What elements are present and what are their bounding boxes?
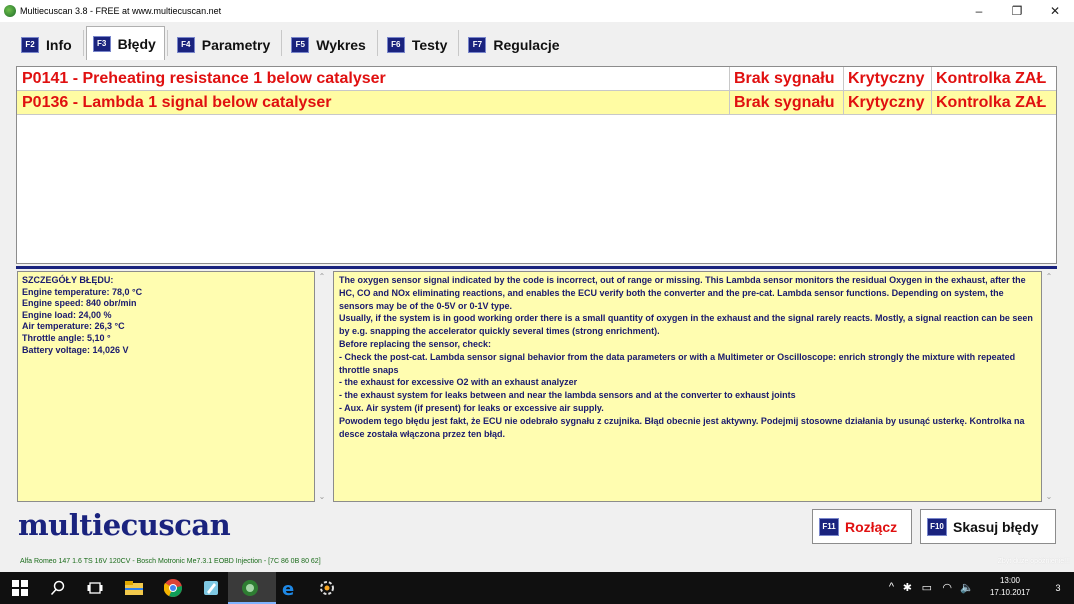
detail-line: Engine speed: 840 obr/min (22, 298, 137, 309)
clear-errors-label: Skasuj błędy (953, 518, 1039, 535)
scroll-up-icon[interactable]: ⌃ (315, 272, 329, 281)
f11-key-icon: F11 (819, 517, 839, 536)
tab-graph[interactable]: F5 Wykres (284, 28, 375, 60)
scroll-down-icon[interactable]: ⌄ (315, 492, 329, 501)
volume-icon[interactable]: 🔈 (960, 581, 974, 594)
description-scrollbar[interactable]: ⌃ ⌄ (1042, 271, 1056, 502)
file-explorer-icon[interactable] (124, 578, 144, 598)
description-paragraph: The oxygen sensor signal indicated by th… (339, 275, 1026, 311)
details-heading: SZCZEGÓŁY BŁĘDU: (22, 275, 114, 285)
description-paragraph: - the exhaust system for leaks between a… (339, 390, 796, 401)
tab-label: Parametry (201, 36, 271, 53)
detail-line: Engine temperature: 78,0 °C (22, 286, 143, 297)
windows-taskbar: e ^ ✱ ▭ ◠ 🔈 13:00 17.10.2017 3 (0, 572, 1074, 604)
status-bar: Alfa Romeo 147 1.6 TS 16V 120CV - Bosch … (0, 554, 1074, 572)
tab-bar: F2 Info F3 Błędy F4 Parametry F5 Wykres … (14, 26, 569, 60)
error-code: P0141 - Preheating resistance 1 below ca… (22, 69, 386, 87)
error-type: Brak sygnału (729, 66, 843, 91)
f3-key-icon: F3 (92, 35, 111, 52)
clock[interactable]: 13:00 17.10.2017 (990, 575, 1030, 599)
bluetooth-icon[interactable]: ✱ (903, 581, 912, 594)
f5-key-icon: F5 (291, 36, 310, 53)
svg-text:e: e (282, 579, 294, 597)
splitter-line[interactable] (16, 266, 1057, 269)
multiecuscan-logo: multiecuscan (18, 508, 231, 542)
error-lamp: Kontrolka ZAŁ (931, 66, 1056, 91)
search-icon[interactable] (48, 578, 68, 598)
description-paragraph: Before replacing the sensor, check: (339, 338, 492, 349)
window-title: Multiecuscan 3.8 - FREE at www.multiecus… (20, 6, 222, 16)
tab-label: Info (46, 36, 72, 53)
disconnect-button[interactable]: F11 Rozłącz (812, 509, 912, 544)
tab-divider (82, 30, 84, 56)
clear-errors-button[interactable]: F10 Skasuj błędy (920, 509, 1056, 544)
chrome-icon[interactable] (163, 578, 183, 598)
close-button[interactable]: ✕ (1036, 0, 1074, 22)
restore-button[interactable]: ❐ (998, 0, 1036, 22)
detail-line: Engine load: 24,00 % (22, 309, 112, 320)
tab-divider (166, 30, 168, 56)
description-paragraph: Powodem tego błędu jest fakt, że ECU nie… (339, 415, 1025, 439)
minimize-button[interactable]: – (960, 0, 998, 22)
latency-warning: Zbyt duże opóźnienie!!! (997, 558, 1070, 565)
tab-tests[interactable]: F6 Testy (380, 28, 457, 60)
f2-key-icon: F2 (21, 36, 39, 53)
scroll-up-icon[interactable]: ⌃ (1042, 272, 1056, 281)
f10-key-icon: F10 (927, 517, 947, 536)
task-view-icon[interactable] (85, 578, 105, 598)
tab-errors[interactable]: F3 Błędy (85, 26, 165, 60)
clock-date: 17.10.2017 (989, 588, 1030, 597)
description-paragraph: Usually, if the system is in good workin… (339, 313, 1033, 337)
error-type: Brak sygnału (729, 90, 843, 115)
error-severity: Krytyczny (843, 66, 931, 91)
detail-line: Throttle angle: 5,10 ° (22, 332, 111, 343)
f4-key-icon: F4 (176, 36, 195, 53)
notes-app-icon[interactable] (201, 578, 221, 598)
error-details-panel: SZCZEGÓŁY BŁĘDU: Engine temperature: 78,… (17, 271, 315, 502)
tab-label: Testy (411, 36, 448, 53)
title-bar: Multiecuscan 3.8 - FREE at www.multiecus… (0, 0, 1074, 22)
f6-key-icon: F6 (386, 36, 405, 53)
error-description-panel: The oxygen sensor signal indicated by th… (333, 271, 1042, 502)
error-list: P0141 - Preheating resistance 1 below ca… (16, 66, 1057, 264)
settings-tool-icon[interactable] (317, 578, 337, 598)
tab-divider (376, 30, 378, 56)
error-lamp: Kontrolka ZAŁ (931, 90, 1056, 115)
tab-adjustments[interactable]: F7 Regulacje (461, 28, 568, 60)
edge-browser-icon[interactable]: e (280, 578, 300, 598)
details-scrollbar[interactable]: ⌃ ⌄ (315, 271, 329, 502)
tab-label: Regulacje (493, 36, 560, 53)
error-severity: Krytyczny (843, 90, 931, 115)
tab-label: Błędy (117, 35, 156, 52)
detail-line: Battery voltage: 14,026 V (22, 344, 129, 355)
scroll-down-icon[interactable]: ⌄ (1042, 492, 1056, 501)
tab-info[interactable]: F2 Info (14, 28, 81, 60)
detail-line: Air temperature: 26,3 °C (22, 321, 125, 332)
tab-divider (458, 30, 460, 56)
app-icon (4, 5, 16, 17)
tab-label: Wykres (316, 36, 366, 53)
error-row-selected[interactable]: P0136 - Lambda 1 signal below catalyser … (17, 90, 1056, 115)
tab-divider (281, 30, 283, 56)
description-paragraph: - Aux. Air system (if present) for leaks… (339, 402, 604, 413)
tray-overflow-icon[interactable]: ^ (889, 581, 894, 593)
window-controls: – ❐ ✕ (960, 0, 1074, 22)
f7-key-icon: F7 (468, 36, 487, 53)
notification-center-icon[interactable]: 3 (1048, 578, 1068, 598)
error-row[interactable]: P0141 - Preheating resistance 1 below ca… (17, 66, 1056, 91)
notification-count: 3 (1055, 583, 1061, 593)
disconnect-label: Rozłącz (845, 518, 898, 535)
start-icon[interactable] (10, 578, 30, 598)
wifi-icon[interactable]: ◠ (942, 581, 952, 594)
clock-time: 13:00 (999, 576, 1020, 585)
error-code: P0136 - Lambda 1 signal below catalyser (22, 93, 332, 111)
tab-parameters[interactable]: F4 Parametry (170, 28, 280, 60)
multiecuscan-taskbar-icon[interactable] (240, 578, 260, 598)
description-paragraph: - the exhaust for excessive O2 with an e… (339, 377, 578, 388)
battery-icon[interactable]: ▭ (922, 581, 932, 594)
vehicle-info: Alfa Romeo 147 1.6 TS 16V 120CV - Bosch … (20, 558, 321, 565)
description-paragraph: - Check the post-cat. Lambda sensor sign… (339, 351, 1016, 375)
